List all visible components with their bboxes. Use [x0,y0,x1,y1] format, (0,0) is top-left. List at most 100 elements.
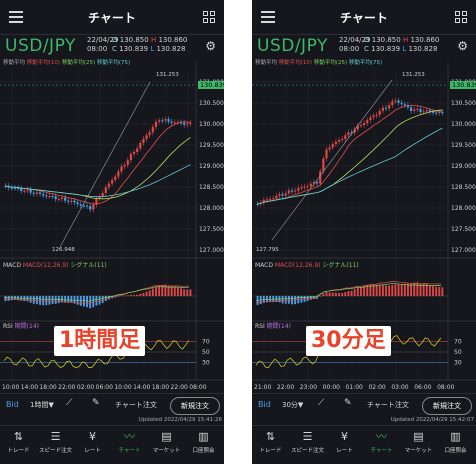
macd-histogram-bar [269,296,272,303]
rsi-tick-label: 30 [454,359,462,366]
candle-body [67,200,70,202]
timeframe-select[interactable]: 1時間▼ [30,400,54,410]
candle-body [341,139,344,141]
close-label: C [112,45,117,53]
tab-label: レート [336,448,353,454]
rsi-name: RSI [3,323,13,330]
tab-speed-order[interactable]: ☰ スピード注文 [289,430,326,454]
macd-params: MACD(12,26,9) [274,262,321,269]
timeframe-badge: 1時間足 [54,326,146,356]
currency-pair[interactable]: USD/JPY [5,36,76,56]
header-bar: チャート [252,0,476,35]
tab-account[interactable]: ▥ 口座照会 [437,430,474,454]
chart-icon: 〰 [124,430,135,443]
candle-body [319,171,322,184]
tab-label: スピード注文 [290,448,324,454]
low-label: L [150,45,155,53]
currency-pair[interactable]: USD/JPY [257,36,328,56]
macd-params: MACD(12,26,9) [22,262,69,269]
candle-body [394,100,397,102]
price-tick-label: 127.500 [199,226,224,233]
tab-chart[interactable]: 〰 チャート [111,430,148,454]
macd-histogram-bar [158,285,161,296]
candle-body [375,114,378,116]
new-order-button[interactable]: 新規注文 [422,397,472,415]
macd-histogram-bar [322,293,325,296]
candle-body [359,125,363,127]
macd-label: MACD MACD(12,26,9) シグナル(11) [3,260,107,269]
gear-icon[interactable]: ⚙ [457,39,468,53]
candle-body [413,109,416,112]
candle-body [29,189,32,193]
tab-rate[interactable]: ¥ レート [326,430,363,454]
bid-toggle[interactable]: Bid [6,400,19,409]
timeframe-select[interactable]: 30分▼ [282,400,303,410]
low-value: 130.828 [408,45,438,53]
tab-rate[interactable]: ¥ レート [74,430,111,454]
tab-trade[interactable]: ⇅ トレード [252,430,289,454]
candle-body [331,144,334,148]
price-tick-label: 128.500 [199,184,224,191]
pen-icon[interactable]: ✎ [344,398,352,408]
speed-order-icon: ☰ [50,430,61,443]
grid-icon[interactable] [455,11,467,23]
time-tick-label: 18:00 [39,384,56,391]
trend-line [59,81,151,248]
macd-histogram-bar [353,289,356,296]
time-tick-label: 02:00 [77,384,94,391]
header-bar: チャート [0,0,224,35]
price-tick-label: 127.000 [199,247,224,254]
candle-body [13,187,17,189]
tab-speed-order[interactable]: ☰ スピード注文 [37,430,74,454]
grid-icon[interactable] [203,11,215,23]
candle-body [164,119,167,121]
chart-order-button[interactable]: チャート注文 [367,400,409,410]
macd-histogram-bar [381,284,384,296]
candle-body [369,117,372,121]
gear-icon[interactable]: ⚙ [205,39,216,53]
new-order-button[interactable]: 新規注文 [170,397,220,415]
tab-trade[interactable]: ⇅ トレード [0,430,37,454]
macd-histogram-bar [281,296,284,304]
tab-market[interactable]: ▤ マーケット [148,430,185,454]
candle-body [300,187,303,189]
bid-toggle[interactable]: Bid [258,400,271,409]
trade-icon: ⇅ [265,430,276,443]
open-value: 130.850 [119,36,149,44]
macd-histogram-bar [180,288,182,296]
tab-chart[interactable]: 〰 チャート [363,430,400,454]
candle-body [278,194,281,196]
candle-body [400,102,403,105]
draw-tool-icon[interactable]: ⟋ [66,398,72,408]
candle-body [297,188,300,191]
low-marker: 126.948 [52,247,75,253]
macd-histogram-bar [331,292,334,296]
price-tick-label: 130.000 [199,121,224,128]
tab-market[interactable]: ▤ マーケット [400,430,437,454]
draw-tool-icon[interactable]: ⟋ [318,398,324,408]
macd-histogram-bar [42,296,45,306]
candle-body [328,147,331,150]
candle-body [148,132,151,136]
macd-histogram-bar [394,284,397,296]
macd-histogram-bar [400,284,403,296]
candle-body [54,196,57,200]
candle-body [38,192,42,194]
candle-body [85,205,89,207]
candle-body [117,171,120,177]
candle-body [344,135,347,140]
time-tick-label: 08:00 [189,384,206,391]
bottom-tab-bar: ⇅ トレード ☰ スピード注文 ¥ レート 〰 チャート ▤ マーケット ▥ 口… [0,425,224,464]
candle-body [142,138,145,143]
speed-order-icon: ☰ [302,430,313,443]
chart-order-button[interactable]: チャート注文 [115,400,157,410]
candle-body [57,199,60,201]
price-tick-label: 127.500 [451,226,476,233]
price-tick-label: 129.000 [199,163,224,170]
macd-histogram-bar [325,292,328,296]
macd-histogram-bar [51,296,54,304]
macd-histogram-bar [145,291,148,296]
tab-account[interactable]: ▥ 口座照会 [185,430,222,454]
low-marker: 127.795 [256,247,279,253]
pen-icon[interactable]: ✎ [92,398,100,408]
